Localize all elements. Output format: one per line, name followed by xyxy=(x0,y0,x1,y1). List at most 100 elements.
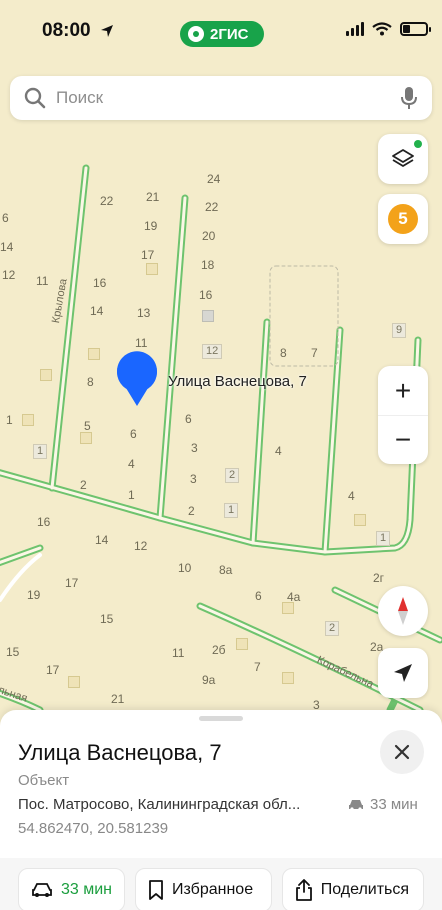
house-number: 4 xyxy=(128,457,135,471)
marker-label: Улица Васнецова, 7 xyxy=(168,373,307,390)
map-label-box: 1 xyxy=(376,531,391,546)
house-number: 14 xyxy=(90,304,104,318)
car-icon xyxy=(349,799,363,811)
house-number: 6 xyxy=(2,211,9,225)
building xyxy=(88,348,100,360)
place-type: Объект xyxy=(18,772,70,789)
house-number: 10 xyxy=(178,561,192,575)
house-number: 16 xyxy=(93,276,107,290)
map-label-box: 9 xyxy=(392,323,407,338)
house-number: 7 xyxy=(311,346,318,360)
house-number: 22 xyxy=(205,200,219,214)
building xyxy=(282,672,294,684)
house-number: 6 xyxy=(255,589,262,603)
search-bar[interactable]: Поиск xyxy=(10,76,432,120)
zoom-in-button[interactable]: + xyxy=(378,366,428,415)
compass-button[interactable] xyxy=(378,586,428,636)
house-number: 17 xyxy=(46,663,60,677)
location-pin-icon[interactable] xyxy=(114,350,160,408)
favorite-button[interactable]: Избранное xyxy=(135,868,272,910)
building xyxy=(146,263,158,275)
search-icon xyxy=(24,87,46,109)
building xyxy=(354,514,366,526)
layers-button[interactable] xyxy=(378,134,428,184)
house-number: 2г xyxy=(373,571,385,585)
brand-logo-icon xyxy=(188,26,204,42)
house-number: 21 xyxy=(111,692,125,706)
house-number: 24 xyxy=(207,172,221,186)
layers-active-dot xyxy=(414,140,422,148)
close-icon xyxy=(394,744,410,760)
search-input[interactable]: Поиск xyxy=(56,88,400,108)
battery-icon xyxy=(400,22,431,36)
house-number: 18 xyxy=(201,258,215,272)
bookmark-icon xyxy=(149,880,163,900)
house-number: 2б xyxy=(212,643,226,657)
microphone-icon[interactable] xyxy=(400,86,418,110)
house-number: 8 xyxy=(87,375,94,389)
traffic-button[interactable]: 5 xyxy=(378,194,428,244)
house-number: 21 xyxy=(146,190,160,204)
traffic-score-badge: 5 xyxy=(388,204,418,234)
close-button[interactable] xyxy=(380,730,424,774)
map-label-box: 12 xyxy=(202,344,223,359)
house-number: 22 xyxy=(100,194,114,208)
house-number: 17 xyxy=(65,576,79,590)
eta-info: 33 мин xyxy=(348,796,418,813)
share-button-label: Поделиться xyxy=(320,881,410,898)
house-number: 17 xyxy=(141,248,155,262)
house-number: 3 xyxy=(190,472,197,486)
house-number: 19 xyxy=(144,219,158,233)
route-button-label: 33 мин xyxy=(61,881,113,898)
share-button[interactable]: Поделиться xyxy=(281,868,424,910)
sheet-grabber[interactable] xyxy=(199,716,243,721)
house-number: 3 xyxy=(191,441,198,455)
house-number: 1 xyxy=(128,488,135,502)
house-number: 11 xyxy=(135,336,148,350)
navigation-arrow-icon xyxy=(394,664,412,682)
place-coordinates[interactable]: 54.862470, 20.581239 xyxy=(18,820,168,837)
building xyxy=(236,638,248,650)
layers-icon xyxy=(392,149,414,167)
cellular-signal-icon xyxy=(346,22,364,36)
eta-text: 33 мин xyxy=(370,796,418,813)
zoom-out-button[interactable]: − xyxy=(378,415,428,464)
house-number: 14 xyxy=(95,533,109,547)
house-number: 14 xyxy=(0,240,14,254)
house-number: 1 xyxy=(6,413,13,427)
map-label-box: 2 xyxy=(225,468,240,483)
house-number: 11 xyxy=(172,646,185,660)
compass-icon xyxy=(398,597,408,625)
status-bar: 08:00 2ГИС xyxy=(0,0,442,64)
share-icon xyxy=(295,879,312,901)
status-icons xyxy=(346,22,431,36)
building xyxy=(22,414,34,426)
brand-name: 2ГИС xyxy=(210,25,249,43)
house-number: 6 xyxy=(130,427,137,441)
place-address: Пос. Матросово, Калининградская обл... xyxy=(18,796,301,813)
map-label-box: 1 xyxy=(224,503,239,518)
house-number: 12 xyxy=(134,539,148,553)
house-number: 6 xyxy=(185,412,192,426)
house-number: 20 xyxy=(202,229,216,243)
house-number: 8 xyxy=(280,346,287,360)
house-number: 16 xyxy=(199,288,213,302)
house-number: 2 xyxy=(80,478,87,492)
place-title: Улица Васнецова, 7 xyxy=(18,740,222,765)
house-number: 16 xyxy=(37,515,51,529)
action-bar: 33 мин Избранное Поделиться xyxy=(0,858,442,910)
map-label-box: 2 xyxy=(325,621,340,636)
zoom-controls: + − xyxy=(378,366,428,464)
map-label-box: 1 xyxy=(33,444,48,459)
my-location-button[interactable] xyxy=(378,648,428,698)
route-button[interactable]: 33 мин xyxy=(18,868,126,910)
house-number: 19 xyxy=(27,588,41,602)
building xyxy=(40,369,52,381)
favorite-button-label: Избранное xyxy=(172,881,254,898)
house-number: 12 xyxy=(2,268,16,282)
location-arrow-icon xyxy=(101,25,113,37)
place-card: Улица Васнецова, 7 Объект Пос. Матросово… xyxy=(0,710,442,910)
brand-badge: 2ГИС xyxy=(180,21,264,47)
building xyxy=(202,310,214,322)
building xyxy=(68,676,80,688)
